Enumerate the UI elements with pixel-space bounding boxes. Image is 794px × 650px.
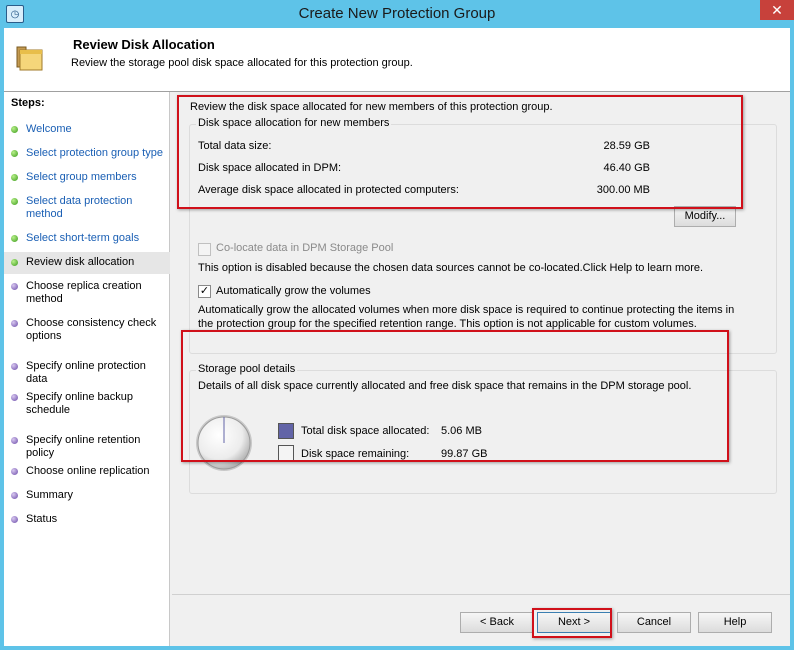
step-current-icon [11, 259, 18, 266]
step-status[interactable]: Status [4, 513, 170, 527]
step-label: Specify online backup schedule [26, 391, 134, 416]
autogrow-label: Automatically grow the volumes [216, 285, 371, 297]
step-specify-online-protection-data[interactable]: Specify online protection data [4, 360, 170, 385]
modify-button[interactable]: Modify... [674, 206, 736, 227]
main-panel: Review the disk space allocated for new … [172, 92, 790, 594]
remaining-color-swatch [278, 445, 294, 461]
step-pending-icon [11, 437, 18, 444]
allocated-color-swatch [278, 423, 294, 439]
colocate-checkbox[interactable] [198, 243, 211, 256]
step-pending-icon [11, 363, 18, 370]
storage-pool-group-label: Storage pool details [196, 363, 298, 375]
step-label: Choose consistency check options [26, 317, 157, 342]
allocated-value: 5.06 MB [441, 425, 482, 437]
step-complete-icon [11, 174, 18, 181]
wizard-header: Review Disk Allocation Review the storag… [4, 28, 790, 92]
step-choose-consistency-check-options[interactable]: Choose consistency check options [4, 317, 170, 345]
step-welcome[interactable]: Welcome [4, 123, 170, 137]
page-title: Review Disk Allocation [73, 37, 215, 52]
cancel-button[interactable]: Cancel [617, 612, 691, 633]
step-label: Select group members [26, 171, 137, 183]
title-bar: ◷ Create New Protection Group ✕ [0, 0, 794, 28]
step-summary[interactable]: Summary [4, 489, 170, 503]
step-specify-online-retention-policy[interactable]: Specify online retention policy [4, 434, 170, 459]
average-allocated-value: 300.00 MB [596, 184, 650, 196]
close-button[interactable]: ✕ [760, 0, 794, 20]
back-button[interactable]: < Back [460, 612, 534, 633]
step-complete-icon [11, 150, 18, 157]
step-label: Status [26, 513, 58, 525]
step-select-group-members[interactable]: Select group members [4, 171, 170, 185]
autogrow-note: Automatically grow the allocated volumes… [198, 304, 735, 330]
wizard-footer: < Back Next > Cancel Help [172, 594, 790, 646]
step-label: Specify online protection data [26, 360, 146, 385]
step-select-short-term-goals[interactable]: Select short-term goals [4, 232, 170, 246]
steps-title: Steps: [11, 97, 45, 109]
step-label: Choose replica creation method [26, 280, 142, 305]
window-title: Create New Protection Group [298, 5, 496, 22]
steps-panel: Steps: Welcome Select protection group t… [4, 92, 170, 646]
step-label: Summary [26, 489, 74, 501]
autogrow-checkbox[interactable]: ✓ [198, 285, 211, 298]
wizard-client: Review Disk Allocation Review the storag… [4, 28, 790, 646]
step-select-protection-group-type[interactable]: Select protection group type [4, 147, 170, 161]
allocated-label: Total disk space allocated: [301, 425, 430, 437]
step-label: Review disk allocation [26, 256, 135, 268]
step-label: Select protection group type [26, 147, 163, 159]
step-review-disk-allocation[interactable]: Review disk allocation [4, 252, 170, 274]
step-pending-icon [11, 492, 18, 499]
step-pending-icon [11, 394, 18, 401]
step-choose-replica-creation-method[interactable]: Choose replica creation method [4, 280, 170, 308]
step-label: Select data protection method [26, 195, 133, 220]
intro-text: Review the disk space allocated for new … [190, 101, 553, 113]
storage-pool-description: Details of all disk space currently allo… [198, 380, 692, 392]
step-complete-icon [11, 235, 18, 242]
remaining-label: Disk space remaining: [301, 448, 410, 460]
total-data-size-label: Total data size: [198, 140, 272, 152]
average-allocated-label: Average disk space allocated in protecte… [198, 184, 459, 196]
step-label: Specify online retention policy [26, 434, 141, 459]
step-pending-icon [11, 468, 18, 475]
step-select-data-protection-method[interactable]: Select data protection method [4, 195, 170, 223]
step-label: Select short-term goals [26, 232, 140, 244]
dpm-allocated-label: Disk space allocated in DPM: [198, 162, 342, 174]
folder-stack-icon [16, 46, 43, 71]
step-complete-icon [11, 126, 18, 133]
step-specify-online-backup-schedule[interactable]: Specify online backup schedule [4, 391, 170, 419]
next-button[interactable]: Next > [537, 612, 611, 633]
remaining-value: 99.87 GB [441, 448, 488, 460]
step-pending-icon [11, 283, 18, 290]
colocate-note: This option is disabled because the chos… [198, 262, 704, 274]
dpm-allocated-value: 46.40 GB [603, 162, 650, 174]
help-button[interactable]: Help [698, 612, 772, 633]
colocate-label: Co-locate data in DPM Storage Pool [216, 242, 394, 254]
disk-usage-pie-chart [196, 415, 252, 471]
step-pending-icon [11, 516, 18, 523]
step-pending-icon [11, 320, 18, 327]
total-data-size-value: 28.59 GB [603, 140, 650, 152]
page-subtitle: Review the storage pool disk space alloc… [71, 57, 413, 69]
step-complete-icon [11, 198, 18, 205]
step-label: Choose online replication [26, 465, 150, 477]
allocation-group-label: Disk space allocation for new members [196, 117, 392, 129]
step-choose-online-replication[interactable]: Choose online replication [4, 465, 170, 479]
step-label: Welcome [26, 123, 72, 135]
